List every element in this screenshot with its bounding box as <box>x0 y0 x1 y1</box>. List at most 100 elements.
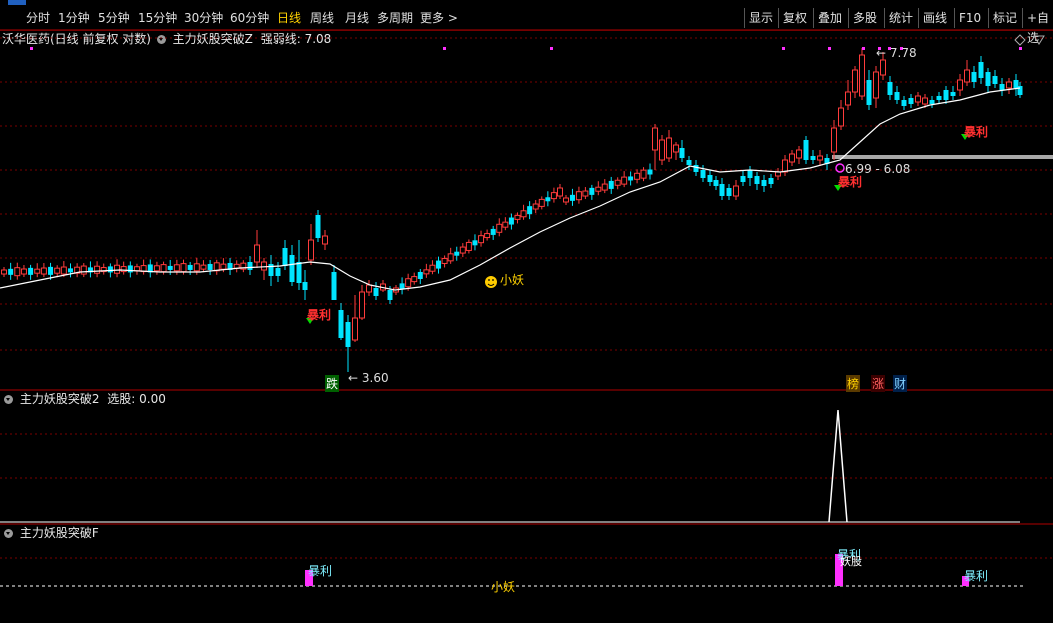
candle-body <box>502 221 509 228</box>
candle-body <box>936 96 942 100</box>
candle-body <box>686 160 692 165</box>
candle-body <box>1017 86 1023 95</box>
candle-body <box>582 190 589 197</box>
signal-die-badge[interactable]: 跌 <box>325 375 340 392</box>
candle-body <box>887 82 893 95</box>
candle-body <box>447 253 454 262</box>
candle-body <box>345 322 351 347</box>
candle-body <box>114 264 121 274</box>
candle-body <box>193 263 200 272</box>
signal-cai-badge[interactable]: 财 <box>893 375 908 392</box>
candle-body <box>810 156 816 160</box>
candle-body <box>153 265 160 272</box>
candle-body <box>679 148 685 158</box>
candle-body <box>733 185 739 197</box>
signal-baoli-3: 暴利 <box>964 125 989 139</box>
panel3-baoli-1: 暴利 <box>308 564 333 578</box>
candle-body <box>173 264 180 272</box>
candle-body <box>405 278 412 288</box>
candle-body <box>478 235 485 244</box>
candle-body <box>180 263 187 273</box>
candle-body <box>366 284 372 293</box>
candle-body <box>894 92 900 100</box>
low-price-label: ← 3.60 <box>348 371 389 385</box>
candle-body <box>831 127 837 153</box>
candle-body <box>652 127 658 151</box>
panel3-yaogu: 妖股 <box>840 555 862 568</box>
candle-body <box>922 97 928 105</box>
candle-body <box>726 188 732 196</box>
signal-zhang-badge[interactable]: 涨 <box>871 375 886 392</box>
candle-body <box>520 210 527 218</box>
candle-body <box>60 266 67 275</box>
signal-dot <box>30 47 33 50</box>
candle-body <box>514 214 521 220</box>
candle-body <box>436 260 442 269</box>
candle-body <box>550 192 557 200</box>
candle-body <box>423 269 430 275</box>
candle-body <box>647 169 653 175</box>
candle-body <box>48 266 54 275</box>
candle-body <box>992 76 998 84</box>
triangle-icon <box>1033 35 1045 45</box>
candle-body <box>796 149 802 159</box>
candle-body <box>67 268 73 273</box>
panel3-baoli-3: 暴利 <box>964 569 989 583</box>
candle-body <box>659 139 665 161</box>
candle-body <box>338 310 344 338</box>
candle-body <box>282 248 288 266</box>
candle-body <box>40 267 47 275</box>
candle-body <box>569 194 575 201</box>
candle-body <box>275 268 281 276</box>
candle-body <box>220 263 227 270</box>
candle-body <box>915 95 921 103</box>
kline-chart[interactable] <box>0 0 1053 623</box>
candle-body <box>707 175 713 182</box>
signal-xiaoyao: 小妖 <box>500 273 525 287</box>
candle-body <box>417 271 423 279</box>
signal-dot <box>443 47 446 50</box>
candle-body <box>508 217 514 225</box>
candle-body <box>527 206 533 215</box>
candle-body <box>673 144 679 153</box>
candle-body <box>472 240 478 246</box>
signal-bang-badge[interactable]: 榜 <box>846 375 861 392</box>
candle-body <box>1 269 7 275</box>
high-price-label: ← 7.78 <box>876 46 917 60</box>
signal-baoli-2: 暴利 <box>838 175 863 189</box>
diamond-icon <box>1014 34 1026 46</box>
candle-body <box>454 251 460 256</box>
candle-body <box>971 72 977 82</box>
candle-body <box>200 264 207 270</box>
candle-body <box>167 265 173 270</box>
candle-body <box>160 264 167 273</box>
candle-body <box>575 191 582 201</box>
candle-body <box>666 137 672 159</box>
candle-body <box>789 153 795 163</box>
candle-body <box>14 267 21 277</box>
strength-line <box>0 87 1021 291</box>
candle-body <box>352 317 358 341</box>
candle-body <box>373 288 379 296</box>
candle-body <box>54 267 61 274</box>
candle-body <box>187 264 193 270</box>
candle-body <box>484 233 491 239</box>
candle-body <box>557 187 563 197</box>
candle-body <box>768 178 774 184</box>
candle-body <box>359 291 365 319</box>
level-bar <box>832 155 1053 159</box>
candle-body <box>601 183 608 191</box>
candle-body <box>563 197 569 203</box>
candle-body <box>719 184 725 196</box>
candle-body <box>817 155 823 161</box>
candle-body <box>634 172 641 180</box>
candle-body <box>775 171 781 177</box>
candle-body <box>411 276 418 283</box>
candle-body <box>261 261 267 271</box>
candle-body <box>34 268 41 274</box>
candle-body <box>713 180 719 186</box>
candle-body <box>950 92 956 96</box>
candle-body <box>429 264 436 272</box>
candle-body <box>296 262 302 283</box>
candle-body <box>621 176 628 185</box>
